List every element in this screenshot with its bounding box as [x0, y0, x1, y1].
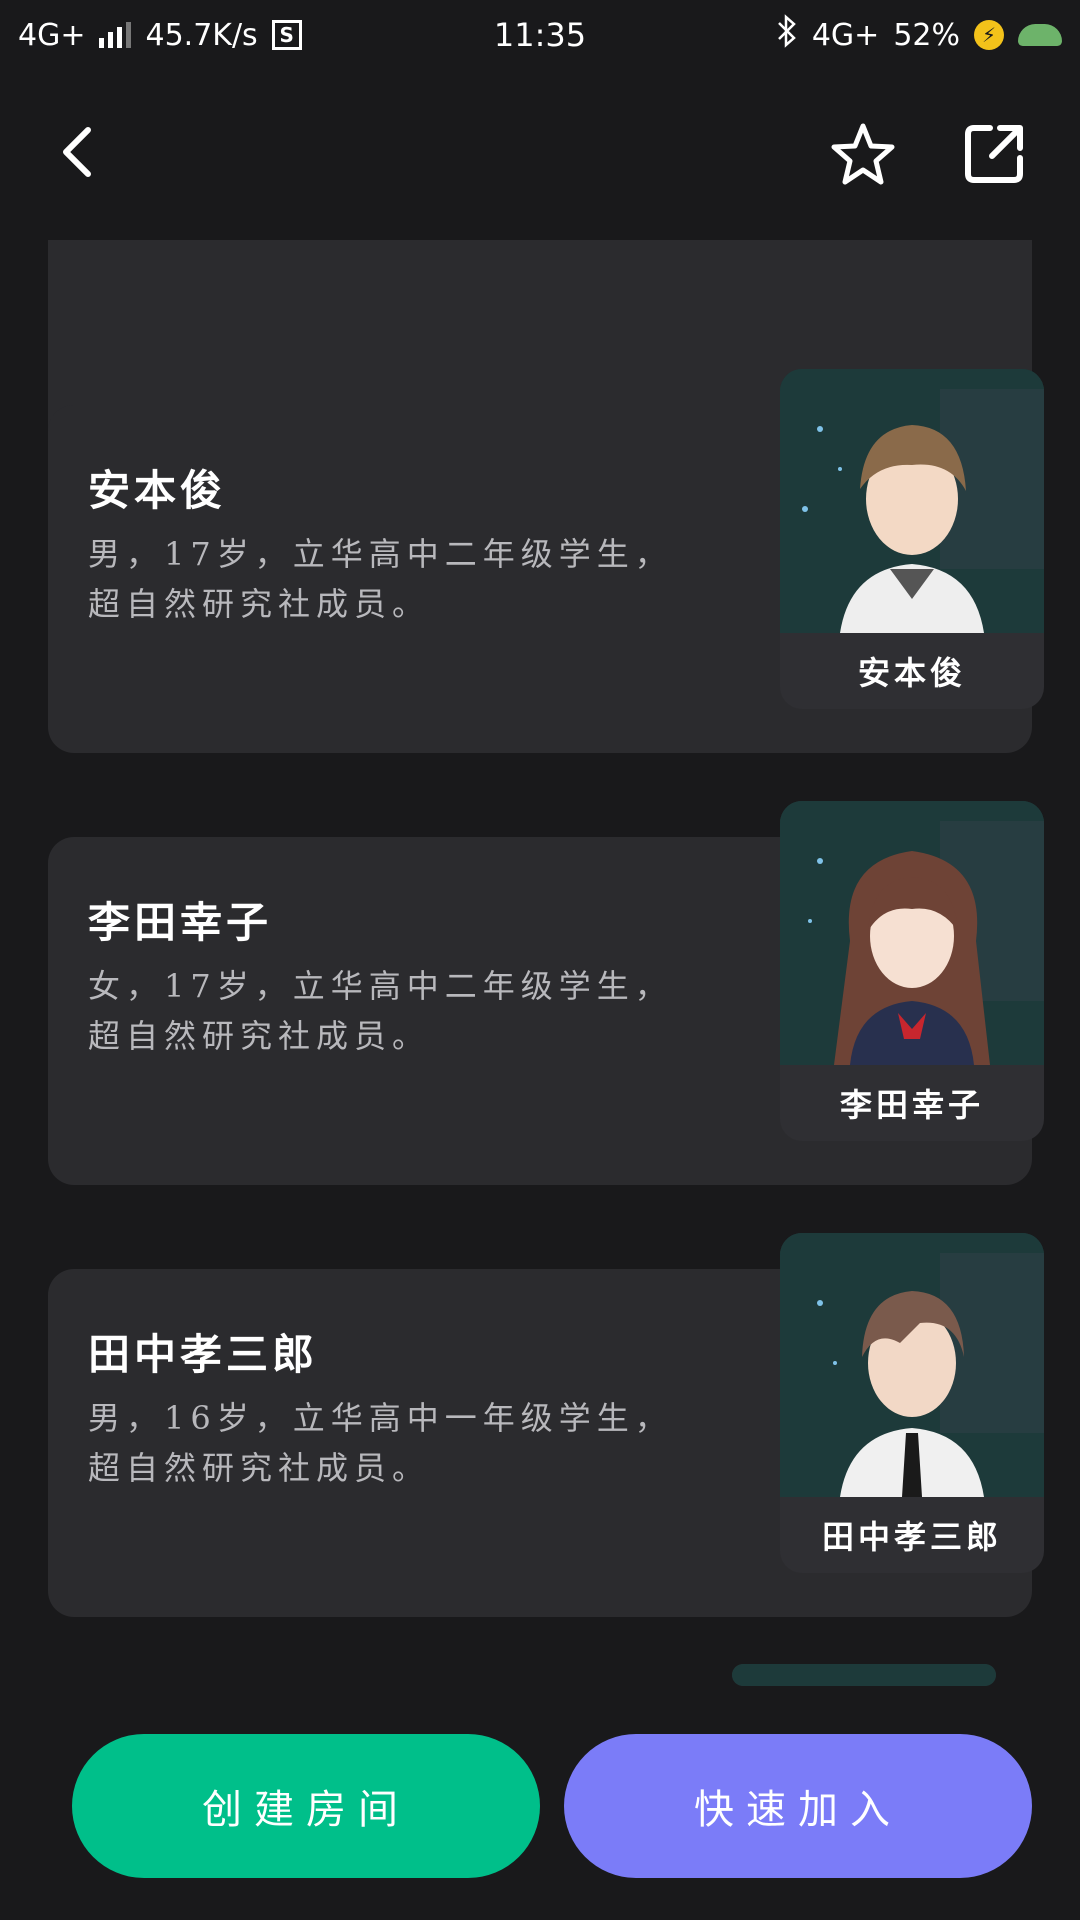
clock: 11:35: [493, 16, 587, 54]
charging-icon: ⚡: [974, 20, 1004, 50]
character-name: 田中孝三郎: [88, 1330, 319, 1379]
s-app-icon: S: [271, 20, 302, 50]
status-left: 4G+ 45.7K/s S: [18, 18, 302, 53]
portrait-image: [780, 1233, 1044, 1497]
character-description: 男，17岁，立华高中二年级学生，超自然研究社成员。: [88, 535, 673, 623]
portrait-image: [780, 801, 1044, 1065]
character-portrait: 李田幸子: [780, 801, 1044, 1141]
network-type: 4G+: [18, 17, 86, 53]
portrait-label: 李田幸子: [839, 1086, 984, 1124]
character-portrait: 田中孝三郎: [780, 1233, 1044, 1573]
share-button[interactable]: [962, 122, 1026, 186]
star-outline-icon: [831, 123, 895, 185]
status-bar: 4G+ 45.7K/s S 11:35 4G+ 52% ⚡: [0, 0, 1080, 70]
network-type-right: 4G+: [811, 17, 880, 53]
character-name: 李田幸子: [88, 898, 273, 947]
character-description: 男，16岁，立华高中一年级学生，超自然研究社成员。: [88, 1399, 673, 1487]
chevron-left-icon: [63, 127, 91, 177]
portrait-image-next: [732, 1664, 996, 1686]
character-card[interactable]: 安本俊 男，17岁，立华高中二年级学生，超自然研究社成员。 安本俊: [48, 369, 1044, 753]
quick-join-button[interactable]: 快速加入: [564, 1734, 1032, 1878]
signal-icon: [99, 22, 132, 48]
character-portrait: 安本俊: [780, 369, 1044, 709]
favorite-button[interactable]: [828, 120, 898, 190]
character-description: 女，17岁，立华高中二年级学生，超自然研究社成员。: [88, 967, 673, 1055]
top-bar: [0, 70, 1080, 240]
external-link-icon: [965, 125, 1023, 183]
character-portrait-next: [732, 1664, 996, 1686]
status-right: 4G+ 52% ⚡: [776, 14, 1062, 56]
portrait-image: [780, 369, 1044, 633]
back-button[interactable]: [50, 122, 110, 182]
create-room-button[interactable]: 创建房间: [72, 1734, 540, 1878]
character-name: 安本俊: [88, 466, 227, 515]
bluetooth-icon: [776, 14, 798, 56]
character-list[interactable]: 安本俊 男，17岁，立华高中二年级学生，超自然研究社成员。 安本俊 李田幸子 女…: [0, 240, 1080, 1686]
character-card[interactable]: 李田幸子 女，17岁，立华高中二年级学生，超自然研究社成员。 李田幸子: [48, 801, 1044, 1185]
battery-level: 52%: [893, 17, 960, 53]
turtle-icon: [1018, 24, 1062, 46]
portrait-label: 安本俊: [857, 654, 966, 692]
character-card[interactable]: 田中孝三郎 男，16岁，立华高中一年级学生，超自然研究社成员。 田中孝三郎: [48, 1233, 1044, 1617]
network-speed: 45.7K/s: [145, 17, 258, 53]
portrait-label: 田中孝三郎: [821, 1518, 1002, 1556]
bottom-action-bar: 创建房间 快速加入: [0, 1686, 1080, 1920]
